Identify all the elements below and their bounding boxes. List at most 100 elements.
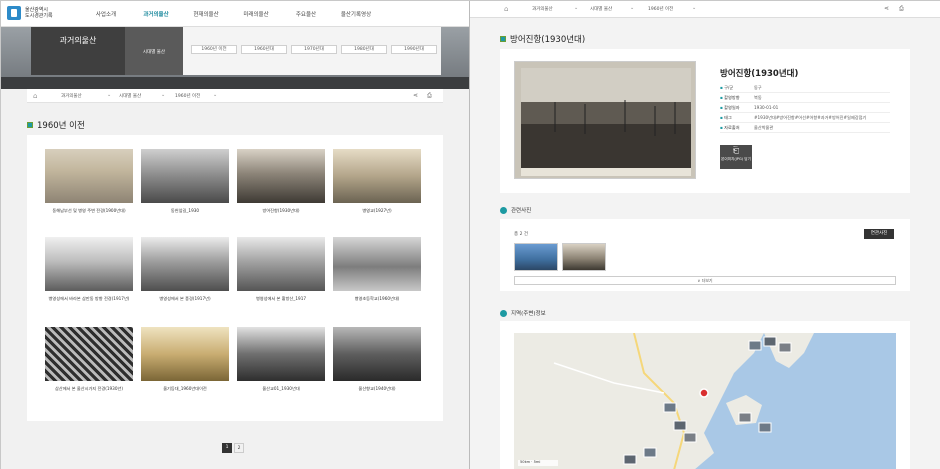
- era-tab-1990s[interactable]: 1990년대: [391, 45, 437, 54]
- breadcrumb-item[interactable]: 시대별 울산: [590, 6, 612, 12]
- logo-line2: 도시경관기록: [25, 13, 53, 19]
- location-map[interactable]: 50km · 5mi: [514, 333, 896, 469]
- menu-item-video[interactable]: 울산기록영상: [331, 10, 381, 18]
- harbor-photo-image: [521, 68, 691, 176]
- main-menu: 사업소개 과거의울산 현재의울산 미래의울산 주요울산 울산기록영상: [81, 10, 381, 18]
- hero-submenu-current[interactable]: 시대별 울산: [125, 49, 183, 55]
- related-header: 관련사진: [500, 206, 531, 214]
- section-header: 방어진항(1930년대): [500, 33, 585, 45]
- chevron-down-icon[interactable]: ⌄: [574, 5, 578, 11]
- breadcrumb-item[interactable]: 1960년 이전: [648, 6, 673, 12]
- menu-item-about[interactable]: 사업소개: [81, 10, 131, 18]
- meta-key: 태그: [720, 113, 754, 122]
- hero-title: 과거의울산: [59, 36, 97, 45]
- photo-thumbnail[interactable]: [333, 327, 421, 381]
- related-photos-button[interactable]: 연관사진: [864, 229, 894, 239]
- photo-card[interactable]: 병영성에서 바라본 삼만동 방향 전경(1917년): [45, 237, 133, 301]
- site-logo[interactable]: 울산광역시 도시경관기록: [7, 6, 53, 20]
- chevron-down-icon[interactable]: ⌄: [630, 5, 634, 11]
- breadcrumb-item[interactable]: 1960년 이전: [175, 93, 200, 99]
- breadcrumb: ⌂ 과거의울산 ⌄ 시대별 울산 ⌄ 1960년 이전 ⌄ ⋖ ⎙: [470, 1, 940, 18]
- photo-caption[interactable]: 방어진항(1930년대): [237, 208, 325, 213]
- photo-caption[interactable]: 병영성에서 본 풍경(1917년): [141, 296, 229, 301]
- photo-card[interactable]: 병영성에서 본 황방산_1917: [237, 237, 325, 301]
- meta-row: 구/군 동구: [720, 83, 890, 93]
- photo-thumbnail[interactable]: [237, 327, 325, 381]
- photo-thumbnail[interactable]: [45, 327, 133, 381]
- menu-item-present[interactable]: 현재의울산: [181, 10, 231, 18]
- breadcrumb-item[interactable]: 시대별 울산: [119, 93, 141, 99]
- photo-caption[interactable]: 삼산에서 본 울산시가지 전경(1930년): [45, 386, 133, 391]
- photo-card[interactable]: 병영성에서 본 풍경(1917년): [141, 237, 229, 301]
- era-tab-1960s[interactable]: 1960년대: [241, 45, 287, 54]
- photo-thumbnail[interactable]: [141, 149, 229, 203]
- hero-photo-strip: [1, 77, 469, 89]
- photo-card[interactable]: 울산향교(1940년대): [333, 327, 421, 391]
- breadcrumb-item[interactable]: 과거의울산: [61, 93, 82, 99]
- photo-caption[interactable]: 울기등대_1960년대이전: [141, 386, 229, 391]
- home-icon[interactable]: ⌂: [504, 5, 508, 13]
- photo-card[interactable]: 병영교(1927년): [333, 149, 421, 213]
- photo-caption[interactable]: 울산향교(1940년대): [333, 386, 421, 391]
- breadcrumb-item[interactable]: 과거의울산: [532, 6, 553, 12]
- era-tab-1980s[interactable]: 1980년대: [341, 45, 387, 54]
- photo-card[interactable]: 삼산에서 본 울산시가지 전경(1930년): [45, 327, 133, 391]
- more-button[interactable]: ∨ 더보기: [514, 276, 896, 285]
- photo-caption[interactable]: 동해남부선 및 병영 주변 전경(1900년대): [45, 208, 133, 213]
- photo-card[interactable]: 방어진항(1930년대): [237, 149, 325, 213]
- print-icon[interactable]: ⎙: [899, 5, 904, 13]
- era-tab-1970s[interactable]: 1970년대: [291, 45, 337, 54]
- photo-thumbnail[interactable]: [237, 237, 325, 291]
- photo-card[interactable]: 울산교01_1930년대: [237, 327, 325, 391]
- page-button-1[interactable]: 1: [222, 443, 232, 453]
- map-title: 지역(주변)정보: [511, 311, 546, 317]
- share-icon[interactable]: ⋖: [884, 5, 889, 12]
- photo-thumbnail[interactable]: [45, 149, 133, 203]
- photo-thumbnail[interactable]: [333, 237, 421, 291]
- main-photo[interactable]: [514, 61, 696, 179]
- chevron-down-icon[interactable]: ⌄: [107, 92, 111, 98]
- menu-item-main[interactable]: 주요울산: [281, 10, 331, 18]
- photo-thumbnail[interactable]: [237, 149, 325, 203]
- chevron-down-icon[interactable]: ⌄: [692, 5, 696, 11]
- plus-circle-icon: [500, 309, 507, 317]
- photo-card[interactable]: 병영초등학교(1960년대): [333, 237, 421, 301]
- photo-caption[interactable]: 병영성에서 바라본 삼만동 방향 전경(1917년): [45, 296, 133, 301]
- photo-thumbnail[interactable]: [141, 327, 229, 381]
- era-tab-pre1960[interactable]: 1960년 이전: [191, 45, 237, 54]
- photo-thumbnail[interactable]: [333, 149, 421, 203]
- photo-grid: 동해남부선 및 병영 주변 전경(1900년대) 동헌앞길_1930 방어진항(…: [27, 135, 443, 421]
- section-header: 1960년 이전: [27, 119, 85, 131]
- share-icon[interactable]: ⋖: [413, 92, 418, 99]
- menu-item-future[interactable]: 미래의울산: [231, 10, 281, 18]
- list-page: 울산광역시 도시경관기록 사업소개 과거의울산 현재의울산 미래의울산 주요울산…: [1, 1, 469, 469]
- photo-card[interactable]: 동해남부선 및 병영 주변 전경(1900년대): [45, 149, 133, 213]
- photo-card[interactable]: 울기등대_1960년대이전: [141, 327, 229, 391]
- photo-title: 방어진항(1930년대): [720, 69, 799, 79]
- meta-row: 자료출처 울산박물관: [720, 123, 890, 133]
- download-button[interactable]: ⎗ 본이미지(JPG) 담기: [720, 145, 752, 169]
- related-thumbnail[interactable]: [514, 243, 558, 271]
- logo-icon: [7, 6, 21, 20]
- meta-row: 촬영방향 북동: [720, 93, 890, 103]
- photo-caption[interactable]: 병영성에서 본 황방산_1917: [237, 296, 325, 301]
- page-button-2[interactable]: 2: [234, 443, 244, 453]
- download-label: 본이미지(JPG) 담기: [721, 157, 751, 161]
- meta-value: 울산박물관: [754, 125, 774, 130]
- map-graphic: [514, 333, 814, 469]
- photo-caption[interactable]: 병영교(1927년): [333, 208, 421, 213]
- photo-caption[interactable]: 동헌앞길_1930: [141, 208, 229, 213]
- photo-card[interactable]: 동헌앞길_1930: [141, 149, 229, 213]
- photo-caption[interactable]: 병영초등학교(1960년대): [333, 296, 421, 301]
- chevron-down-icon[interactable]: ⌄: [161, 92, 165, 98]
- photo-thumbnail[interactable]: [45, 237, 133, 291]
- photo-caption[interactable]: 울산교01_1930년대: [237, 386, 325, 391]
- print-icon[interactable]: ⎙: [427, 92, 432, 100]
- menu-item-past[interactable]: 과거의울산: [131, 10, 181, 18]
- home-icon[interactable]: ⌂: [33, 92, 37, 100]
- meta-value: 동구: [754, 85, 762, 90]
- section-title: 방어진항(1930년대): [510, 35, 586, 45]
- photo-thumbnail[interactable]: [141, 237, 229, 291]
- chevron-down-icon[interactable]: ⌄: [213, 92, 217, 98]
- related-thumbnail[interactable]: [562, 243, 606, 271]
